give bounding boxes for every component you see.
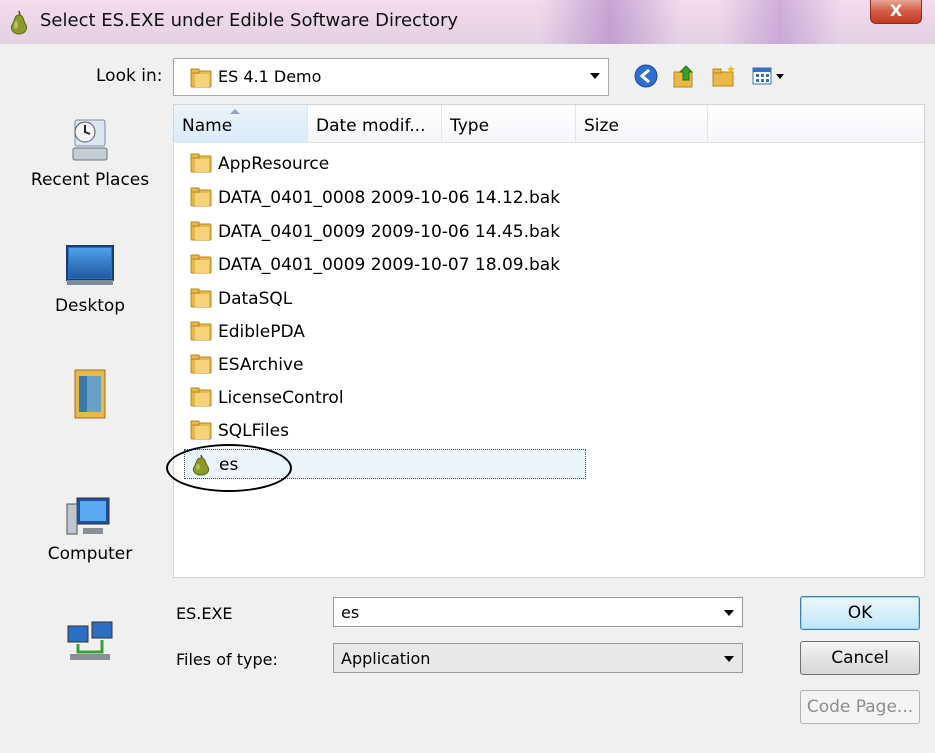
user-folder-icon [74,369,106,419]
file-type-dropdown[interactable]: Application [333,643,743,673]
folder-icon [190,321,212,341]
file-name: SQLFiles [218,421,289,441]
network-icon [67,621,113,660]
folder-icon [190,354,212,374]
computer-icon [66,497,110,535]
title-bar[interactable]: Select ES.EXE under Edible Software Dire… [0,0,935,44]
column-header-bar: Name Date modif... Type Size [174,105,924,143]
up-folder-icon[interactable] [670,62,698,90]
views-menu-icon[interactable] [750,62,790,90]
chevron-down-icon[interactable] [724,610,734,616]
new-folder-icon[interactable] [710,62,738,90]
close-button[interactable]: X [870,0,922,24]
file-name-label: ES.EXE [176,604,233,623]
file-name: DATA_0401_0009 2009-10-06 14.45.bak [218,222,561,242]
window-title: Select ES.EXE under Edible Software Dire… [40,10,459,31]
file-name-input[interactable]: es [333,597,743,627]
highlight-circle [166,444,292,492]
column-type[interactable]: Type [442,105,576,143]
pear-app-icon [10,10,28,35]
chevron-down-icon[interactable] [724,656,734,662]
open-file-dialog: Select ES.EXE under Edible Software Dire… [0,0,935,753]
folder-icon [190,420,212,440]
title-bar-glow [540,0,680,44]
folder-icon [190,68,212,88]
column-name[interactable]: Name [174,105,308,143]
look-in-label: Look in: [96,66,163,86]
column-label: Type [450,116,490,136]
file-name-value: es [341,603,360,622]
file-name: DATA_0401_0009 2009-10-07 18.09.bak [218,255,561,275]
desktop-icon [66,245,114,285]
place-label: Recent Places [30,170,150,190]
code-page-button[interactable]: Code Page... [800,690,920,724]
file-name: AppResource [218,154,330,174]
folder-icon [190,221,212,241]
column-size[interactable]: Size [576,105,708,143]
file-name: EdiblePDA [218,322,305,342]
column-label: Size [584,116,619,136]
place-user[interactable] [20,366,160,426]
file-name: DataSQL [218,289,293,309]
folder-icon [190,254,212,274]
look-in-value: ES 4.1 Demo [218,67,322,86]
column-label: Name [182,116,233,136]
file-name: LicenseControl [218,388,344,408]
place-network[interactable] [20,620,160,672]
place-label: Desktop [54,296,126,316]
place-label: Computer [47,544,133,564]
file-name: DATA_0401_0008 2009-10-06 14.12.bak [218,188,561,208]
file-type-label: Files of type: [176,650,278,669]
file-name: ESArchive [218,355,304,375]
look-in-dropdown[interactable]: ES 4.1 Demo [173,58,609,96]
title-bar-glow [720,0,840,44]
file-list[interactable]: Name Date modif... Type Size AppResource… [173,104,925,578]
place-recent[interactable]: Recent Places [20,114,160,190]
column-date-modified[interactable]: Date modif... [308,105,442,143]
folder-icon [190,387,212,407]
sort-ascending-icon [230,109,240,114]
folder-icon [190,153,212,173]
ok-button[interactable]: OK [800,596,920,630]
place-computer[interactable]: Computer [20,496,160,564]
back-icon[interactable] [632,62,660,90]
chevron-down-icon[interactable] [590,73,600,79]
file-type-value: Application [341,649,431,668]
recent-places-icon [72,119,108,161]
column-label: Date modif... [316,116,426,136]
place-desktop[interactable]: Desktop [20,242,160,316]
folder-icon [190,288,212,308]
cancel-button[interactable]: Cancel [800,641,920,675]
folder-icon [190,187,212,207]
